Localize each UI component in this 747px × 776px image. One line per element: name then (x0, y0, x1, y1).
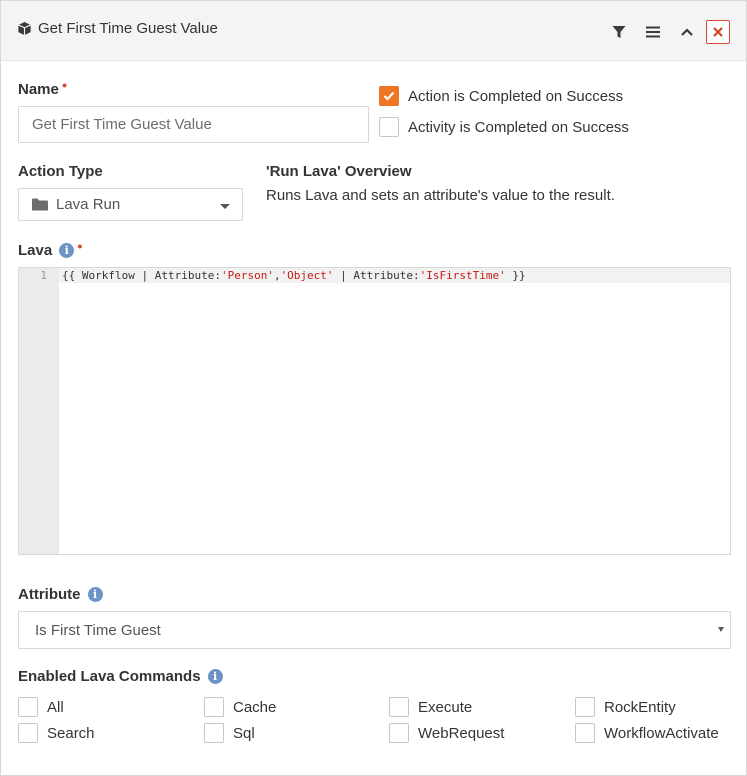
attribute-label: Attribute (18, 586, 81, 603)
lava-command-label: Cache (233, 698, 277, 716)
code-text: | Attribute: (333, 269, 420, 282)
lava-commands-label-wrap: Enabled Lava Commands i (18, 668, 223, 685)
close-button[interactable] (706, 20, 730, 44)
code-string: 'IsFirstTime' (419, 269, 506, 282)
collapse-button[interactable] (676, 21, 698, 43)
lava-command-checkbox[interactable]: Search (18, 723, 95, 743)
activity-completed-checkbox[interactable]: Activity is Completed on Success (379, 117, 629, 137)
chevron-down-icon (718, 627, 724, 632)
lava-commands-label: Enabled Lava Commands (18, 668, 201, 685)
required-indicator: ● (61, 79, 68, 90)
chevron-up-icon (681, 28, 693, 36)
info-icon[interactable]: i (87, 587, 103, 602)
checkbox-unchecked[interactable] (18, 723, 38, 743)
required-indicator: ● (77, 240, 83, 251)
attribute-select-value: Is First Time Guest (35, 621, 161, 639)
lava-command-label: WorkflowActivate (604, 724, 719, 742)
action-type-label-wrap: Action Type (18, 163, 103, 180)
panel-title: Get First Time Guest Value (38, 20, 218, 37)
lava-command-checkbox[interactable]: Execute (389, 697, 472, 717)
lava-label-wrap: Lava i ● (18, 240, 83, 260)
checkbox-unchecked[interactable] (389, 723, 409, 743)
code-text: }} (505, 269, 526, 282)
lava-command-checkbox[interactable]: All (18, 697, 64, 717)
name-label: Name (18, 81, 59, 98)
lava-code-editor[interactable]: 1 {{ Workflow | Attribute:'Person','Obje… (18, 267, 731, 555)
overview-text: Runs Lava and sets an attribute's value … (266, 187, 615, 204)
folder-icon (32, 198, 48, 211)
lava-command-label: Search (47, 724, 95, 742)
action-type-value: Lava Run (56, 196, 121, 213)
panel-header[interactable]: Get First Time Guest Value (1, 1, 746, 61)
code-string: 'Person' (220, 269, 274, 282)
checkbox-unchecked[interactable] (575, 697, 595, 717)
chevron-down-icon (220, 204, 230, 209)
checkbox-unchecked[interactable] (204, 723, 224, 743)
lava-command-label: Execute (418, 698, 473, 716)
close-icon (713, 27, 723, 37)
lava-command-label: Sql (233, 724, 255, 742)
activity-completed-label: Activity is Completed on Success (408, 118, 629, 136)
lava-command-checkbox[interactable]: WebRequest (389, 723, 504, 743)
lava-command-checkbox[interactable]: WorkflowActivate (575, 723, 719, 743)
name-label-wrap: Name ● (18, 79, 68, 99)
lava-command-label: WebRequest (418, 724, 505, 742)
code-string: 'Object' (280, 269, 334, 282)
checkbox-checked[interactable] (379, 86, 399, 106)
action-completed-checkbox[interactable]: Action is Completed on Success (379, 86, 623, 106)
filter-icon (612, 26, 626, 38)
lava-command-label: All (47, 698, 64, 716)
checkbox-unchecked[interactable] (389, 697, 409, 717)
code-line[interactable]: {{ Workflow | Attribute:'Person','Object… (62, 269, 526, 282)
action-type-picker[interactable]: Lava Run (18, 188, 243, 221)
lava-label: Lava (18, 242, 53, 259)
lava-command-checkbox[interactable]: Sql (204, 723, 255, 743)
action-completed-label: Action is Completed on Success (408, 87, 624, 105)
panel-title-wrap: Get First Time Guest Value (17, 20, 218, 37)
info-icon[interactable]: i (207, 669, 223, 684)
checkbox-unchecked[interactable] (379, 117, 399, 137)
cube-icon (18, 21, 31, 36)
action-type-label: Action Type (18, 163, 103, 180)
lava-command-checkbox[interactable]: Cache (204, 697, 276, 717)
overview-title: 'Run Lava' Overview (266, 163, 412, 180)
filter-button[interactable] (608, 21, 630, 43)
menu-icon (646, 26, 660, 38)
check-icon (383, 91, 395, 101)
line-number: 1 (40, 269, 47, 282)
code-text: {{ Workflow | Attribute: (62, 269, 221, 282)
code-text: , (273, 269, 281, 282)
action-panel: Get First Time Guest Value Name ● Get Fi… (0, 0, 747, 776)
editor-gutter (19, 268, 59, 554)
info-icon[interactable]: i (59, 243, 75, 258)
lava-command-label: RockEntity (604, 698, 676, 716)
checkbox-unchecked[interactable] (575, 723, 595, 743)
checkbox-unchecked[interactable] (204, 697, 224, 717)
attribute-select[interactable]: Is First Time Guest (18, 611, 731, 649)
menu-button[interactable] (642, 21, 664, 43)
lava-command-checkbox[interactable]: RockEntity (575, 697, 676, 717)
attribute-label-wrap: Attribute i (18, 586, 103, 603)
checkbox-unchecked[interactable] (18, 697, 38, 717)
name-input[interactable]: Get First Time Guest Value (18, 106, 369, 143)
